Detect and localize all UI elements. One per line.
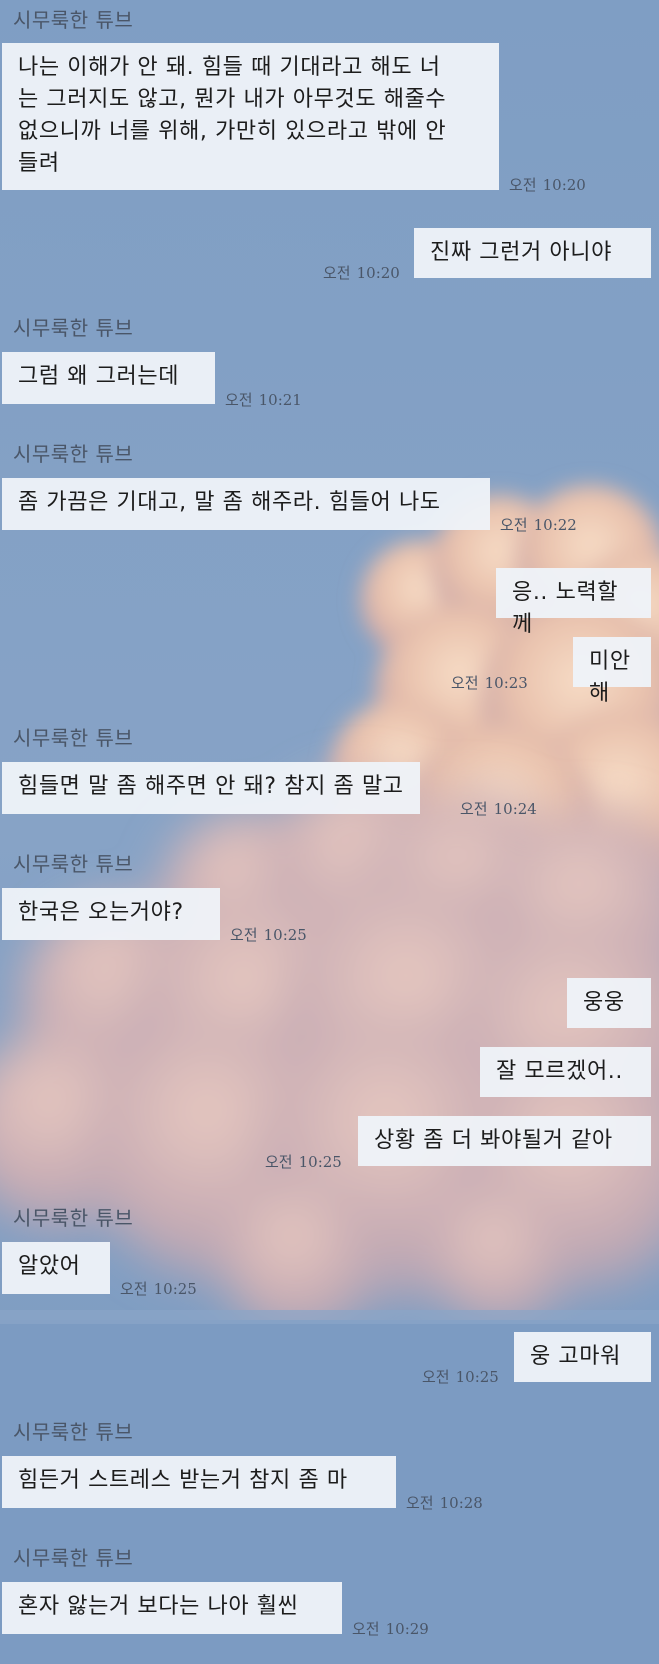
received-message-bubble[interactable]: 힘든거 스트레스 받는거 참지 좀 마: [2, 1456, 396, 1508]
message-timestamp: 오전 10:25: [265, 1153, 342, 1171]
sender-name: 시무룩한 튜브: [13, 726, 134, 750]
received-message-bubble[interactable]: 힘들면 말 좀 해주면 안 돼? 참지 좀 말고: [2, 762, 420, 814]
sent-message-bubble[interactable]: 웅 고마워: [514, 1332, 651, 1382]
received-message-bubble[interactable]: 그럼 왜 그러는데: [2, 352, 215, 404]
message-timestamp: 오전 10:20: [323, 264, 400, 282]
sender-name: 시무룩한 튜브: [13, 1420, 134, 1444]
received-message-bubble[interactable]: 나는 이해가 안 돼. 힘들 때 기대라고 해도 너 는 그러지도 않고, 뭔가…: [2, 43, 499, 190]
sender-name: 시무룩한 튜브: [13, 1546, 134, 1570]
sender-name: 시무룩한 튜브: [13, 316, 134, 340]
sent-message-bubble[interactable]: 진짜 그런거 아니야: [414, 228, 651, 278]
message-timestamp: 오전 10:22: [500, 516, 577, 534]
sent-message-bubble[interactable]: 미안해: [573, 637, 651, 706]
message-timestamp: 오전 10:21: [225, 391, 302, 409]
sent-message-bubble[interactable]: 웅웅: [567, 978, 651, 1028]
received-message-bubble[interactable]: 한국은 오는거야?: [2, 888, 220, 940]
sent-message-bubble[interactable]: 상황 좀 더 봐야될거 같아: [358, 1116, 651, 1166]
received-message-bubble[interactable]: 좀 가끔은 기대고, 말 좀 해주라. 힘들어 나도: [2, 478, 490, 530]
message-timestamp: 오전 10:25: [120, 1280, 197, 1298]
message-timestamp: 오전 10:29: [352, 1620, 429, 1638]
sender-name: 시무룩한 튜브: [13, 852, 134, 876]
received-message-bubble[interactable]: 알았어: [2, 1242, 110, 1294]
message-timestamp: 오전 10:25: [230, 926, 307, 944]
chat-log[interactable]: 시무룩한 튜브 나는 이해가 안 돼. 힘들 때 기대라고 해도 너 는 그러지…: [0, 0, 659, 1664]
message-timestamp: 오전 10:20: [509, 176, 586, 194]
sent-message-bubble[interactable]: 잘 모르겠어..: [480, 1047, 651, 1097]
message-timestamp: 오전 10:24: [460, 800, 537, 818]
sent-message-bubble[interactable]: 응.. 노력할께: [496, 568, 651, 637]
message-timestamp: 오전 10:25: [422, 1368, 499, 1386]
sender-name: 시무룩한 튜브: [13, 8, 134, 32]
message-timestamp: 오전 10:23: [451, 674, 528, 692]
message-timestamp: 오전 10:28: [406, 1494, 483, 1512]
sender-name: 시무룩한 튜브: [13, 1206, 134, 1230]
received-message-bubble[interactable]: 혼자 앓는거 보다는 나아 훨씬: [2, 1582, 342, 1634]
sender-name: 시무룩한 튜브: [13, 442, 134, 466]
